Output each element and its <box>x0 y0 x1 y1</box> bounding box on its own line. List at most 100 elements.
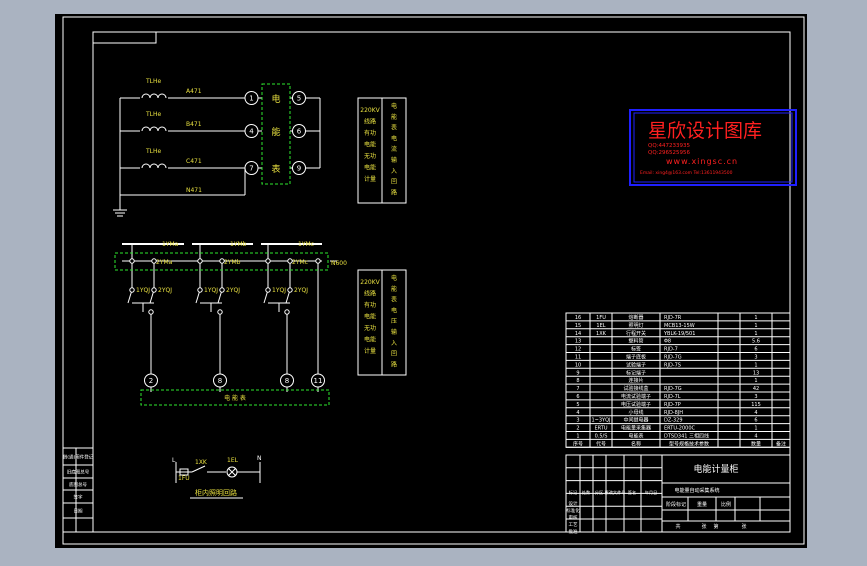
box-text-right: 路 <box>391 360 397 368</box>
contact-node <box>219 287 225 293</box>
titleblock-design-label: 工艺 <box>569 522 578 528</box>
bom-header: 序号 <box>573 440 583 447</box>
bom-spec: RJD-8JH <box>664 410 683 416</box>
switch-label: 2YQJ <box>158 287 172 294</box>
bom-name: 塑料管 <box>628 338 643 345</box>
box-text-right: 能 <box>391 285 397 293</box>
switch-label: 1YQJ <box>204 287 218 294</box>
bom-code: 1~3YQJ <box>591 418 610 424</box>
box-text-left: 计量 <box>364 175 376 183</box>
bom-header: 型号规格技术参数 <box>669 440 709 447</box>
titleblock-sub-label: 标记 <box>569 489 578 496</box>
bom-spec: ERTU-2000C <box>664 426 696 432</box>
bom-spec: RJD-7S <box>664 362 681 368</box>
titleblock-sheet-info: 第 <box>713 523 718 530</box>
contact-node <box>315 258 321 264</box>
bom-header: 代号 <box>596 440 606 447</box>
strip-label: 借(通)用件登记 <box>63 454 94 461</box>
box-text-right: 电 <box>391 306 397 314</box>
bom-no: 16 <box>575 315 581 321</box>
bom-spec: DZ-329 <box>664 418 683 424</box>
contact-node <box>151 287 157 293</box>
bom-no: 11 <box>575 355 581 361</box>
bom-spec: RJD-7 <box>664 347 678 353</box>
bom-code: 1XK <box>596 331 607 337</box>
bom-qty: 42 <box>753 386 759 392</box>
box-text-right: 输 <box>391 156 397 164</box>
contact-node <box>217 309 223 315</box>
bom-spec: RJD-7L <box>664 394 681 400</box>
contact-node <box>284 309 290 315</box>
inductor-gap <box>140 95 168 101</box>
bom-name: 电流试验端子 <box>621 393 651 400</box>
bom-no: 13 <box>575 339 581 345</box>
phase-label: C471 <box>186 158 202 165</box>
box-text-right: 输 <box>391 328 397 336</box>
bom-code: ERTU <box>595 426 608 432</box>
bom-qty: 3 <box>754 355 757 361</box>
bom-name: 行程开关 <box>626 330 646 337</box>
contact-node <box>197 258 203 264</box>
watermark-qq1: QQ:447233935 <box>648 143 691 149</box>
bom-code: 1EL <box>596 323 605 329</box>
lower-meter-label: 电 能 表 <box>224 394 246 402</box>
bom-spec: RJD-7G <box>664 355 682 361</box>
bom-qty: 1 <box>754 362 757 368</box>
sub-bus-label: 2YMc <box>292 259 308 266</box>
box-text-right: 回 <box>391 179 397 186</box>
bom-header: 备注 <box>776 440 786 447</box>
bom-name: 电压试验端子 <box>621 401 651 408</box>
inductor-label: TLHe <box>145 78 162 85</box>
titleblock-design-label: 审核 <box>569 514 578 521</box>
lighting-caption: 柜内照明回路 <box>195 488 237 497</box>
switch-label: 1YQJ <box>136 287 150 294</box>
lower-terminal-number: 8 <box>285 377 289 385</box>
titleblock-sub-label: 签名 <box>628 489 636 496</box>
watermark-title: 星欣设计图库 <box>648 120 762 142</box>
box-text-left: 电能 <box>364 164 376 172</box>
bom-no: 4 <box>576 410 579 416</box>
strip-label: 日期 <box>74 509 83 515</box>
switch-label: 2YQJ <box>294 287 308 294</box>
bom-name: 试验接线盒 <box>623 385 648 392</box>
box-text-left: 无功 <box>364 324 376 332</box>
bom-spec: YBLK-19/501 <box>663 331 695 337</box>
bom-header: 数量 <box>751 440 761 447</box>
watermark-url: www.xingsc.cn <box>666 157 738 166</box>
bom-name: 电能表 <box>628 433 643 440</box>
contact-node <box>265 287 271 293</box>
titleblock-sheet-info: 共 <box>675 523 680 530</box>
titleblock-company: 电能量自动采集系统 <box>674 487 719 494</box>
contact-node <box>129 258 135 264</box>
box-text-left: 电能 <box>364 336 376 344</box>
titleblock-sub-label: 年月日 <box>645 489 658 496</box>
bom-no: 10 <box>575 362 581 368</box>
bom-no: 7 <box>576 386 579 392</box>
terminal-in-number: 4 <box>249 128 254 136</box>
bom-qty: 4 <box>754 410 757 416</box>
bom-no: 14 <box>575 331 581 337</box>
cad-viewport: TLHe A471 TLHe B471 TLHe C471 电 能 表 154679 N4… <box>0 0 867 562</box>
bom-no: 5 <box>576 402 579 408</box>
inductor-label: TLHe <box>145 148 162 155</box>
inductor-gap <box>140 128 168 134</box>
box-text-right: 路 <box>391 188 397 196</box>
titleblock-sub-label: 分区 <box>595 489 603 496</box>
bom-spec: RJD-7G <box>664 386 682 392</box>
box-text-right: 入 <box>391 340 397 347</box>
box-text-left: 电能 <box>364 313 376 321</box>
bom-code: 1FU <box>596 315 606 321</box>
phase-label: A471 <box>186 88 202 95</box>
lighting-switch-label: 1XK <box>195 459 208 466</box>
switch-label: 2YQJ <box>226 287 240 294</box>
box-text-right: 压 <box>391 318 397 325</box>
box-text-left: 电能 <box>364 141 376 149</box>
box-text-right: 表 <box>391 124 397 132</box>
bom-spec: MCB13-15W <box>664 323 695 329</box>
lower-terminal-number: 2 <box>149 377 153 385</box>
bom-name: 连接片 <box>628 377 643 384</box>
titleblock-sub-label: 处数 <box>582 489 591 496</box>
bom-no: 12 <box>575 347 581 353</box>
lighting-n-label: N <box>257 455 262 462</box>
bom-qty: 1 <box>754 315 757 321</box>
